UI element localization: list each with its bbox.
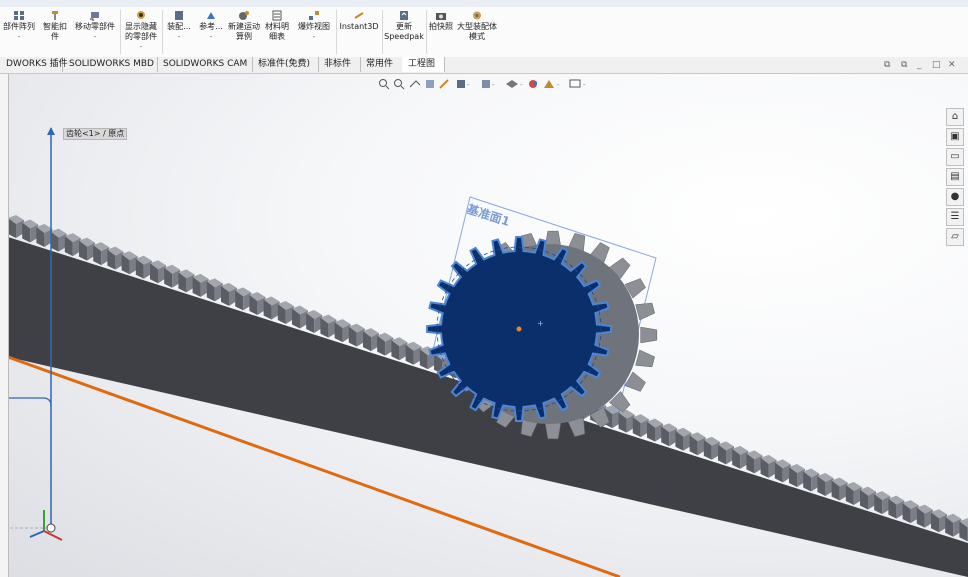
rack-tooth bbox=[959, 518, 968, 542]
rack-tooth bbox=[164, 264, 181, 288]
folder-icon[interactable]: ▭ bbox=[946, 148, 964, 166]
feature-tree-collapsed[interactable] bbox=[0, 74, 9, 577]
svg-text:-: - bbox=[520, 81, 523, 89]
rack-tooth bbox=[36, 224, 53, 248]
rack-tooth bbox=[277, 300, 294, 324]
section-view-icon[interactable] bbox=[426, 80, 434, 88]
rack-tooth bbox=[263, 296, 280, 320]
rack-tooth bbox=[902, 500, 919, 524]
origin-point bbox=[46, 523, 56, 533]
rack-tooth bbox=[121, 251, 138, 275]
rack-tooth bbox=[874, 491, 891, 515]
rack-tooth bbox=[377, 332, 394, 356]
tile-icon[interactable]: ⧉ bbox=[901, 60, 907, 70]
rack-tooth bbox=[206, 278, 223, 302]
maximize-icon[interactable]: □ bbox=[932, 60, 941, 70]
rack-tooth bbox=[774, 459, 791, 483]
rack-tooth bbox=[789, 463, 805, 487]
rack-tooth bbox=[348, 323, 365, 347]
svg-text:-: - bbox=[492, 81, 495, 89]
list-icon[interactable]: ☰ bbox=[946, 208, 964, 226]
rack-tooth bbox=[831, 477, 848, 501]
zoom-to-fit-icon[interactable] bbox=[379, 79, 390, 90]
previous-view-icon[interactable] bbox=[409, 80, 421, 88]
hide-show-items-icon[interactable]: - bbox=[506, 80, 523, 89]
rack-tooth bbox=[22, 219, 39, 243]
gear-tooth bbox=[640, 326, 658, 344]
rack-tooth bbox=[632, 414, 649, 438]
forum-icon[interactable]: ▱ bbox=[946, 228, 964, 246]
rack-tooth bbox=[689, 432, 706, 456]
rack-tooth bbox=[647, 418, 663, 442]
rack-tooth bbox=[916, 504, 933, 528]
home-icon[interactable]: ⌂ bbox=[946, 108, 964, 126]
rack-tooth bbox=[732, 445, 749, 469]
rack-tooth bbox=[150, 260, 166, 284]
rack-tooth bbox=[93, 242, 110, 266]
rack-tooth bbox=[178, 269, 195, 293]
rack-tooth bbox=[860, 486, 876, 510]
rack-tooth bbox=[320, 314, 337, 338]
rack-tooth bbox=[817, 472, 834, 496]
gear-axis-mark: + bbox=[537, 319, 544, 328]
rack-tooth bbox=[107, 246, 124, 270]
rack-tooth bbox=[718, 441, 734, 465]
heads-up-view-toolbar: - - - - - bbox=[379, 79, 586, 90]
rack-tooth bbox=[221, 282, 237, 306]
view-orientation-icon[interactable]: - bbox=[457, 80, 470, 89]
rack-tooth bbox=[931, 509, 947, 533]
close-icon[interactable]: ✕ bbox=[948, 60, 956, 70]
rack-tooth bbox=[235, 287, 252, 311]
edit-appearance-icon[interactable] bbox=[529, 80, 537, 88]
rack-tooth bbox=[8, 215, 24, 238]
dynamic-annotation-icon[interactable] bbox=[439, 79, 449, 89]
svg-text:-: - bbox=[583, 81, 586, 89]
rack-tooth bbox=[746, 450, 763, 474]
axis-arrow bbox=[47, 127, 55, 135]
rack-tooth bbox=[306, 310, 323, 334]
origin-callout: 齿轮<1> / 原点 bbox=[63, 128, 128, 140]
rack-tooth bbox=[249, 291, 266, 315]
rack-tooth bbox=[618, 409, 635, 433]
apply-scene-icon[interactable]: - bbox=[544, 80, 560, 89]
view-settings-icon[interactable]: - bbox=[569, 79, 586, 89]
zoom-to-area-icon[interactable] bbox=[394, 79, 405, 90]
rack-tooth bbox=[803, 468, 820, 492]
gear-center-point bbox=[516, 326, 522, 332]
rack-tooth bbox=[703, 436, 720, 460]
rack-tooth bbox=[391, 337, 408, 361]
gear-tooth bbox=[635, 302, 655, 321]
rack-tooth bbox=[760, 454, 777, 478]
gear-tooth bbox=[544, 422, 562, 440]
rack-tooth bbox=[192, 273, 209, 297]
rack-tooth bbox=[661, 423, 678, 447]
parts-icon[interactable]: ▣ bbox=[946, 128, 964, 146]
rack-tooth bbox=[363, 328, 379, 352]
rack-tooth bbox=[334, 319, 351, 343]
rack-tooth bbox=[50, 228, 67, 252]
svg-text:-: - bbox=[467, 81, 470, 89]
minimize-icon[interactable]: _ bbox=[917, 60, 922, 70]
task-pane: ⌂ ▣ ▭ ▤ ● ☰ ▱ bbox=[946, 108, 964, 248]
rack-tooth bbox=[945, 513, 962, 537]
rack-tooth bbox=[845, 482, 862, 506]
triad-z-axis bbox=[29, 530, 45, 538]
appearance-icon[interactable]: ▤ bbox=[946, 168, 964, 186]
rack-tooth bbox=[292, 305, 308, 329]
rack-tooth bbox=[79, 237, 95, 261]
display-style-icon[interactable]: - bbox=[482, 80, 495, 89]
rack-tooth bbox=[888, 495, 905, 519]
svg-text:-: - bbox=[557, 81, 560, 89]
rack-tooth bbox=[135, 255, 152, 279]
rack-tooth bbox=[675, 427, 692, 451]
triad-x-axis bbox=[43, 530, 63, 541]
gear-tooth bbox=[635, 349, 655, 368]
rack-tooth bbox=[405, 341, 422, 365]
color-icon[interactable]: ● bbox=[946, 188, 964, 206]
restore-icon[interactable]: ⧉ bbox=[884, 60, 890, 70]
rack-tooth bbox=[64, 233, 81, 257]
